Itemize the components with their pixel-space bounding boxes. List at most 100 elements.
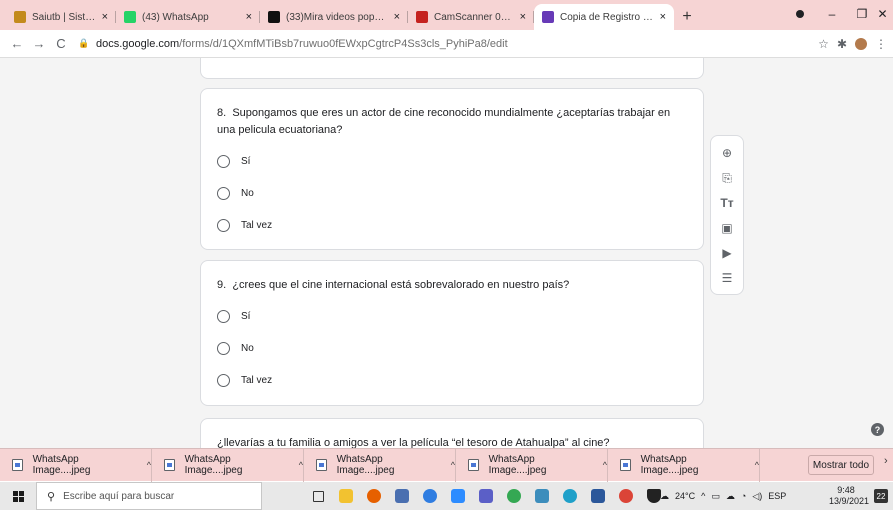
close-tab-icon[interactable]: × (246, 11, 252, 23)
browser-tab[interactable]: (43) WhatsApp × (116, 4, 260, 30)
new-tab-button[interactable]: + (674, 4, 700, 30)
chevron-up-icon[interactable]: ^ (451, 460, 455, 470)
menu-icon[interactable]: ⋮ (875, 37, 887, 51)
tab-title: (43) WhatsApp (142, 11, 209, 23)
radio-button[interactable] (217, 218, 230, 232)
chevron-up-icon[interactable]: ^ (147, 460, 151, 470)
question-card-8[interactable]: 8. Supongamos que eres un actor de cine … (200, 88, 704, 250)
word-icon[interactable] (584, 482, 612, 510)
firefox-icon[interactable] (360, 482, 388, 510)
clock[interactable]: 9:48 13/9/2021 (829, 485, 870, 507)
chevron-up-icon[interactable]: ^ (299, 460, 303, 470)
import-questions-icon[interactable]: ⎘ (717, 167, 737, 189)
clock-date: 13/9/2021 (829, 496, 870, 506)
question-text: ¿llevarías a tu familia o amigos a ver l… (217, 437, 610, 448)
download-label: WhatsApp Image....jpeg (488, 454, 547, 476)
tab-favicon-icon (14, 11, 26, 23)
back-icon[interactable]: ← (6, 33, 28, 55)
radio-button[interactable] (217, 373, 230, 387)
chevron-up-icon[interactable]: ^ (701, 491, 705, 501)
close-tab-icon[interactable]: × (520, 11, 526, 23)
question-number: 9. (217, 279, 227, 291)
windows-taskbar: ⚲ Escribe aquí para buscar ☁ 24°C ^ ▭ ☁ … (0, 482, 893, 510)
avatar[interactable] (855, 37, 867, 50)
tab-title: Saiutb | Sistema Académico I: (32, 11, 96, 23)
close-tab-icon[interactable]: × (660, 11, 666, 23)
option-tal-vez[interactable]: Tal vez (201, 364, 703, 396)
radio-button[interactable] (217, 154, 230, 168)
browser-tab[interactable]: CamScanner 09-02-2021 05. × (408, 4, 534, 30)
start-button[interactable] (0, 482, 36, 510)
option-no[interactable]: No (201, 332, 703, 364)
tab-favicon-icon (416, 11, 428, 23)
clock-time: 9:48 (837, 485, 855, 495)
url-path: /forms/d/1QXmfMTiBsb7ruwuo0fEWxpCgtrcP4S… (179, 37, 508, 50)
browser-tab[interactable]: Saiutb | Sistema Académico I: × (6, 4, 116, 30)
extensions-icon[interactable]: ✱ (837, 37, 847, 51)
battery-icon[interactable]: ▭ (711, 491, 720, 502)
radio-button[interactable] (217, 341, 230, 355)
help-icon[interactable]: ? (871, 423, 884, 436)
download-item[interactable]: WhatsApp Image....jpeg ^ (0, 448, 152, 482)
reload-icon[interactable]: C (50, 33, 72, 55)
download-item[interactable]: WhatsApp Image....jpeg ^ (456, 448, 608, 482)
close-tab-icon[interactable]: × (394, 11, 400, 23)
file-explorer-icon[interactable] (332, 482, 360, 510)
teams-icon[interactable] (472, 482, 500, 510)
option-label: Tal vez (241, 374, 273, 386)
option-label: Tal vez (241, 219, 273, 231)
add-image-icon[interactable]: ▣ (717, 217, 737, 239)
task-view-icon[interactable] (304, 482, 332, 510)
chrome-profile-icon[interactable] (612, 482, 640, 510)
download-label: WhatsApp Image....jpeg (184, 454, 243, 476)
weather-temp[interactable]: 24°C (675, 491, 695, 501)
network-icon[interactable]: ◔ (741, 491, 746, 501)
show-all-downloads-button[interactable]: Mostrar todo (808, 455, 874, 475)
chevron-up-icon[interactable]: ^ (603, 460, 607, 470)
add-title-icon[interactable]: Tт (717, 192, 737, 214)
photos-icon[interactable] (528, 482, 556, 510)
download-item[interactable]: WhatsApp Image....jpeg ^ (304, 448, 456, 482)
radio-button[interactable] (217, 309, 230, 323)
weather-icon[interactable]: ☁ (660, 491, 669, 502)
question-card-10[interactable]: ¿llevarías a tu familia o amigos a ver l… (200, 418, 704, 448)
download-list: WhatsApp Image....jpeg ^ WhatsApp Image...… (0, 448, 760, 482)
camera-icon[interactable] (388, 482, 416, 510)
close-downloads-icon[interactable]: › (884, 455, 888, 467)
browser-tab[interactable]: (33)Mira videos populares sin × (260, 4, 408, 30)
question-card-9[interactable]: 9. ¿crees que el cine internacional está… (200, 260, 704, 406)
pinned-apps (304, 482, 668, 510)
chrome-alt-icon[interactable] (500, 482, 528, 510)
radio-button[interactable] (217, 186, 230, 200)
close-window-icon[interactable]: ✕ (872, 0, 893, 28)
close-tab-icon[interactable]: × (102, 11, 108, 23)
notifications-badge[interactable]: 22 (874, 489, 888, 503)
option-label: No (241, 342, 254, 354)
tab-list: Saiutb | Sistema Académico I:×(43) Whats… (0, 0, 674, 30)
chevron-up-icon[interactable]: ^ (755, 460, 759, 470)
download-item[interactable]: WhatsApp Image....jpeg ^ (608, 448, 760, 482)
add-section-icon[interactable]: ☰ (717, 267, 737, 289)
url-field[interactable]: 🔒 docs.google.com /forms/d/1QXmfMTiBsb7r… (78, 34, 812, 54)
cloud-icon[interactable]: ☁ (726, 491, 735, 502)
add-video-icon[interactable]: ▶ (717, 242, 737, 264)
option-no[interactable]: No (201, 177, 703, 209)
download-label: WhatsApp Image....jpeg (640, 454, 699, 476)
forward-icon[interactable]: → (28, 33, 50, 55)
language-indicator[interactable]: ESP (768, 491, 786, 501)
taskbar-search-box[interactable]: ⚲ Escribe aquí para buscar (36, 482, 262, 510)
minimize-icon[interactable]: – (816, 0, 848, 28)
profile-icon[interactable] (784, 0, 816, 28)
download-item[interactable]: WhatsApp Image....jpeg ^ (152, 448, 304, 482)
option-si[interactable]: Sí (201, 300, 703, 332)
browser-tab[interactable]: Copia de Registro para la ob × (534, 4, 674, 30)
option-tal-vez[interactable]: Tal vez (201, 209, 703, 241)
bookmark-star-icon[interactable]: ☆ (818, 37, 829, 51)
chrome-icon[interactable] (416, 482, 444, 510)
windows-logo-icon (12, 490, 24, 502)
volume-icon[interactable]: ◁) (752, 491, 762, 502)
zoom-icon[interactable] (444, 482, 472, 510)
add-question-icon[interactable]: ⊕ (717, 142, 737, 164)
option-si[interactable]: Sí (201, 145, 703, 177)
edge-icon[interactable] (556, 482, 584, 510)
